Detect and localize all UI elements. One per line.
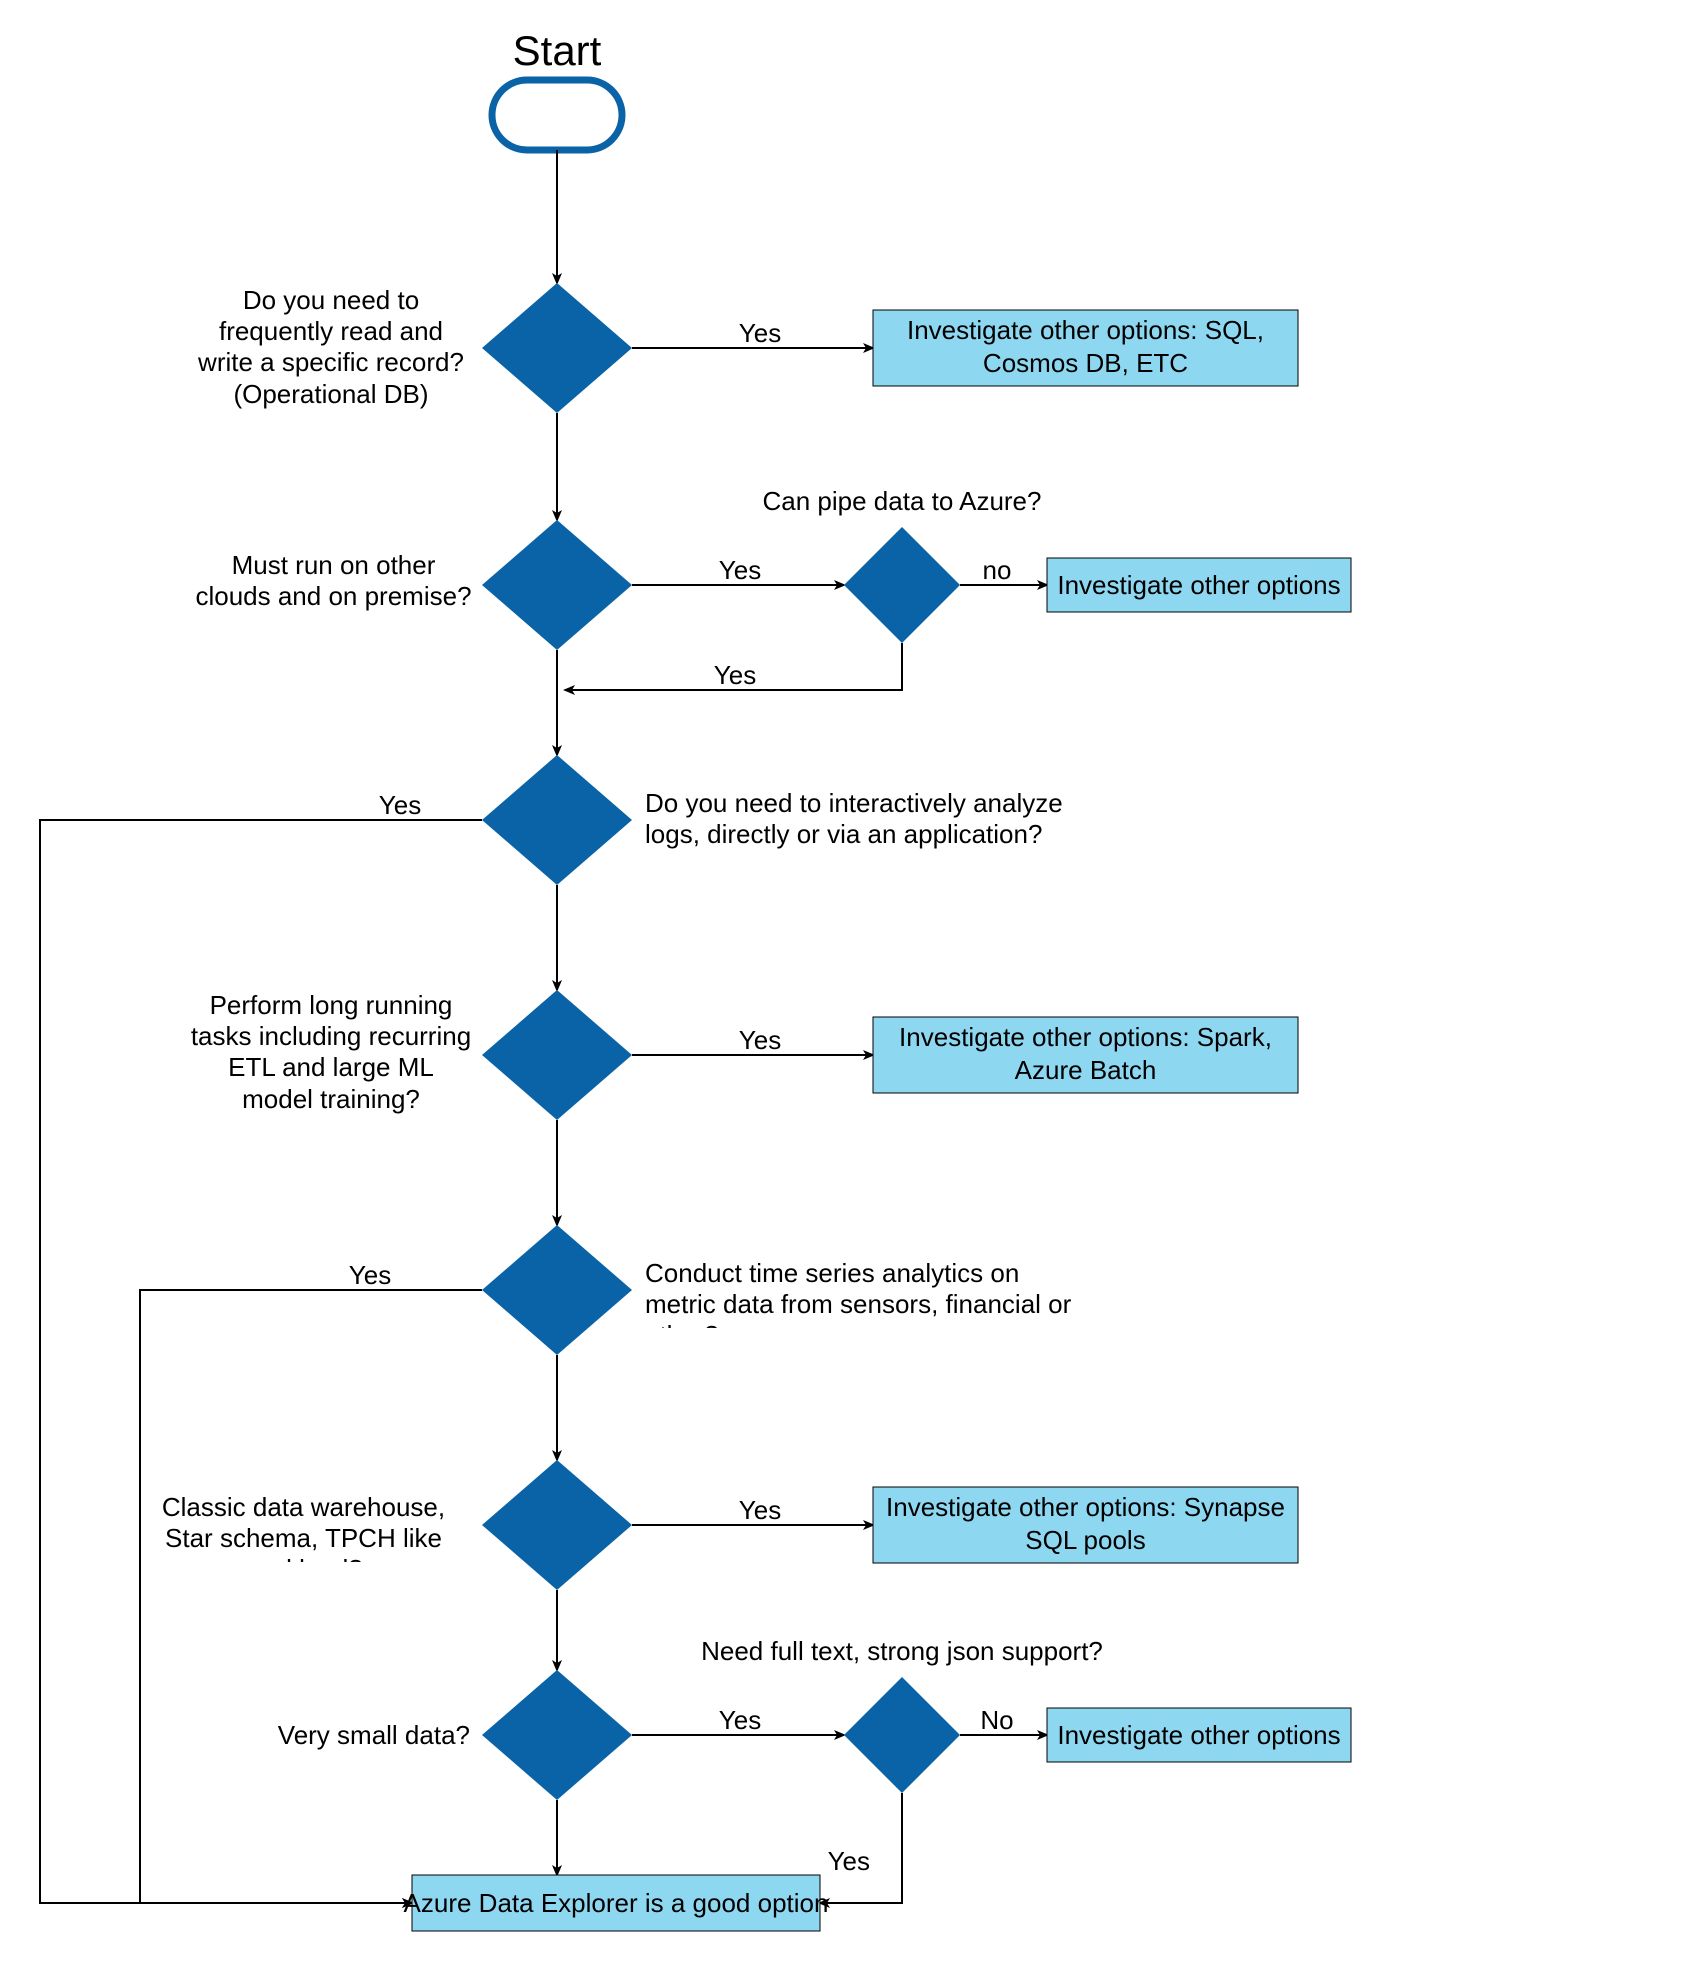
process-p4-label: Investigate other options: Spark, Azure … xyxy=(880,1021,1291,1089)
start-node xyxy=(492,80,622,150)
flowchart-canvas: Start Do you need to frequently read and… xyxy=(0,0,1684,1986)
edge-d3-final-label: Yes xyxy=(379,790,421,820)
process-p1-label: Investigate other options: SQL, Cosmos D… xyxy=(880,314,1291,382)
start-label: Start xyxy=(513,27,602,74)
edge-d7-d7b-label: Yes xyxy=(719,1705,761,1735)
decision-d5-label: Conduct time series analytics on metric … xyxy=(645,1258,1085,1328)
decision-d2 xyxy=(482,520,632,650)
edge-d2b-p2-label: no xyxy=(983,555,1012,585)
decision-d6-label: Classic data warehouse, Star schema, TPC… xyxy=(135,1492,472,1562)
decision-d2b xyxy=(844,527,960,643)
process-final-label: Azure Data Explorer is a good option xyxy=(404,1888,829,1918)
decision-d3-label: Do you need to interactively analyze log… xyxy=(645,788,1065,858)
edge-d1-p1-label: Yes xyxy=(739,318,781,348)
decision-d7 xyxy=(482,1670,632,1800)
edge-d4-p4-label: Yes xyxy=(739,1025,781,1055)
decision-d7b xyxy=(844,1677,960,1793)
edge-d7b-final-label: Yes xyxy=(828,1846,870,1876)
edge-d2-d2b-label: Yes xyxy=(719,555,761,585)
process-p6-label: Investigate other options: Synapse SQL p… xyxy=(880,1491,1291,1559)
decision-d4 xyxy=(482,990,632,1120)
decision-d2b-label: Can pipe data to Azure? xyxy=(763,486,1042,516)
decision-d1-label: Do you need to frequently read and write… xyxy=(190,285,472,415)
decision-d4-label: Perform long running tasks including rec… xyxy=(190,990,472,1120)
decision-d5 xyxy=(482,1225,632,1355)
decision-d7b-label: Need full text, strong json support? xyxy=(701,1636,1103,1666)
decision-d2-label: Must run on other clouds and on premise? xyxy=(195,550,472,620)
process-p2-label: Investigate other options xyxy=(1057,570,1340,600)
edge-d7b-p7-label: No xyxy=(980,1705,1013,1735)
process-p7-label: Investigate other options xyxy=(1057,1720,1340,1750)
edge-d2b-back-label: Yes xyxy=(714,660,756,690)
edge-d5-final-label: Yes xyxy=(349,1260,391,1290)
edge-d5-final xyxy=(140,1290,482,1903)
decision-d1 xyxy=(482,283,632,413)
decision-d6 xyxy=(482,1460,632,1590)
decision-d3 xyxy=(482,755,632,885)
decision-d7-label: Very small data? xyxy=(278,1720,470,1750)
edge-d6-p6-label: Yes xyxy=(739,1495,781,1525)
